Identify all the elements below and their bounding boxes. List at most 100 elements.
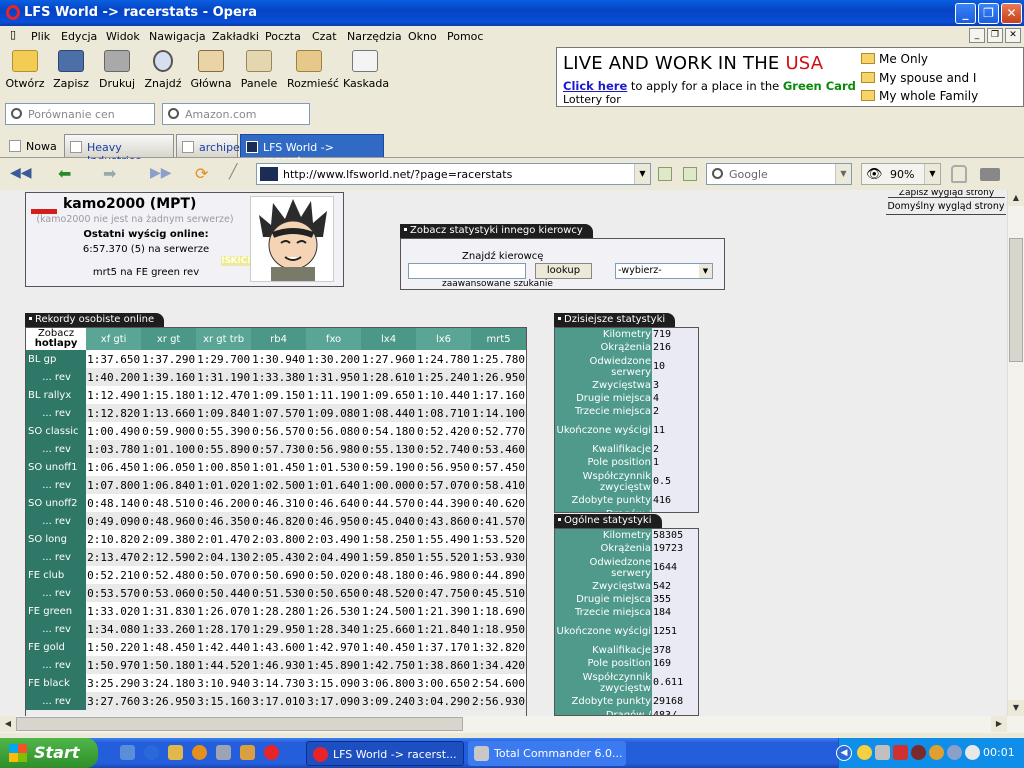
tray-icon-6[interactable]: [947, 745, 962, 760]
lap-time-cell[interactable]: 2:13.470: [86, 548, 142, 566]
bookmark-icon[interactable]: [683, 167, 697, 181]
lap-time-cell[interactable]: 1:00.490: [86, 422, 142, 440]
media-player-icon[interactable]: [192, 745, 207, 760]
lap-time-cell[interactable]: 3:26.950: [141, 692, 197, 710]
lap-time-cell[interactable]: 0:46.820: [251, 512, 307, 530]
lap-time-cell[interactable]: 1:28.340: [306, 620, 362, 638]
google-search-input[interactable]: Google ▼: [706, 163, 852, 185]
track-name[interactable]: ... rev: [26, 656, 87, 674]
lap-time-cell[interactable]: 1:15.180: [141, 386, 197, 404]
lap-time-cell[interactable]: 1:14.100: [471, 404, 526, 422]
lap-time-cell[interactable]: 2:01.470: [196, 530, 252, 548]
lap-time-cell[interactable]: 1:44.520: [196, 656, 252, 674]
lap-time-cell[interactable]: 1:09.150: [251, 386, 307, 404]
column-header[interactable]: lx4: [361, 328, 417, 350]
chevron-down-icon[interactable]: ▼: [634, 164, 650, 184]
lap-time-cell[interactable]: 0:52.210: [86, 566, 142, 584]
lap-time-cell[interactable]: 0:44.890: [471, 566, 526, 584]
lap-time-cell[interactable]: 1:26.070: [196, 602, 252, 620]
lap-time-cell[interactable]: 1:01.100: [141, 440, 197, 458]
start-button[interactable]: Start: [0, 738, 98, 768]
lap-time-cell[interactable]: 1:55.490: [416, 530, 472, 548]
lap-time-cell[interactable]: 1:12.470: [196, 386, 252, 404]
lap-time-cell[interactable]: 1:07.570: [251, 404, 307, 422]
lap-time-cell[interactable]: 2:10.820: [86, 530, 142, 548]
lap-time-cell[interactable]: 1:42.970: [306, 638, 362, 656]
lap-time-cell[interactable]: 1:24.780: [416, 350, 472, 368]
lap-time-cell[interactable]: 2:04.490: [306, 548, 362, 566]
lap-time-cell[interactable]: 1:18.950: [471, 620, 526, 638]
tray-icon-5[interactable]: [929, 745, 944, 760]
mdi-close-button[interactable]: ✕: [1005, 28, 1021, 43]
lap-time-cell[interactable]: 3:25.290: [86, 674, 142, 692]
column-header[interactable]: fxo: [306, 328, 362, 350]
track-name[interactable]: ... rev: [26, 404, 87, 422]
app-icon[interactable]: [240, 745, 255, 760]
lap-time-cell[interactable]: 0:50.070: [196, 566, 252, 584]
menu-okno[interactable]: Okno: [408, 30, 437, 43]
lap-time-cell[interactable]: 3:14.730: [251, 674, 307, 692]
lap-time-cell[interactable]: 1:12.490: [86, 386, 142, 404]
lap-time-cell[interactable]: 0:46.640: [306, 494, 362, 512]
lap-time-cell[interactable]: 1:26.950: [471, 368, 526, 386]
find-button[interactable]: Znajdź: [141, 50, 185, 90]
track-name[interactable]: SO unoff2: [26, 494, 87, 512]
chevron-left-icon[interactable]: ◀: [836, 745, 852, 761]
price-compare-search-input[interactable]: Porównanie cen: [5, 103, 155, 125]
window-title-bar[interactable]: LFS World -> racerstats - Opera _ ❐ ✕: [0, 0, 1024, 26]
menu-plik[interactable]: Plik: [31, 30, 50, 43]
rewind-icon[interactable]: ◀◀: [10, 165, 32, 181]
lap-time-cell[interactable]: 1:50.180: [141, 656, 197, 674]
lap-time-cell[interactable]: 1:27.960: [361, 350, 417, 368]
lap-time-cell[interactable]: 1:31.830: [141, 602, 197, 620]
lap-time-cell[interactable]: 1:30.940: [251, 350, 307, 368]
save-button[interactable]: Zapisz: [49, 50, 93, 90]
lap-time-cell[interactable]: 3:15.160: [196, 692, 252, 710]
ad-option-spouse[interactable]: My spouse and I: [861, 71, 976, 85]
track-name[interactable]: FE green: [26, 602, 87, 620]
opera-icon[interactable]: [264, 745, 279, 760]
task-total-commander[interactable]: Total Commander 6.0...: [468, 741, 626, 766]
lap-time-cell[interactable]: 1:40.450: [361, 638, 417, 656]
lap-time-cell[interactable]: 1:21.390: [416, 602, 472, 620]
lap-time-cell[interactable]: 1:29.950: [251, 620, 307, 638]
lap-time-cell[interactable]: 1:29.700: [196, 350, 252, 368]
lap-time-cell[interactable]: 3:17.010: [251, 692, 307, 710]
lap-time-cell[interactable]: 1:28.280: [251, 602, 307, 620]
lap-time-cell[interactable]: 1:02.500: [251, 476, 307, 494]
lap-time-cell[interactable]: 1:50.970: [86, 656, 142, 674]
lap-time-cell[interactable]: 1:40.200: [86, 368, 142, 386]
column-header[interactable]: xr gt trb: [196, 328, 252, 350]
lap-time-cell[interactable]: 3:04.290: [416, 692, 472, 710]
lap-time-cell[interactable]: 0:53.460: [471, 440, 526, 458]
lap-time-cell[interactable]: 3:06.800: [361, 674, 417, 692]
lap-time-cell[interactable]: 2:12.590: [141, 548, 197, 566]
lap-time-cell[interactable]: 1:24.500: [361, 602, 417, 620]
track-name[interactable]: ... rev: [26, 692, 87, 710]
ad-option-family[interactable]: My whole Family: [861, 89, 978, 103]
lap-time-cell[interactable]: 1:31.950: [306, 368, 362, 386]
lap-time-cell[interactable]: 1:37.290: [141, 350, 197, 368]
lap-time-cell[interactable]: 0:57.070: [416, 476, 472, 494]
lap-time-cell[interactable]: 0:59.190: [361, 458, 417, 476]
lap-time-cell[interactable]: 1:13.660: [141, 404, 197, 422]
lap-time-cell[interactable]: 0:49.090: [86, 512, 142, 530]
menu-widok[interactable]: Widok: [106, 30, 140, 43]
lap-time-cell[interactable]: 1:03.780: [86, 440, 142, 458]
menu-nawigacja[interactable]: Nawigacja: [149, 30, 206, 43]
lap-time-cell[interactable]: 0:58.410: [471, 476, 526, 494]
lap-time-cell[interactable]: 1:46.930: [251, 656, 307, 674]
lap-time-cell[interactable]: 3:15.090: [306, 674, 362, 692]
track-name[interactable]: ... rev: [26, 512, 87, 530]
show-desktop-icon[interactable]: [120, 745, 135, 760]
lap-time-cell[interactable]: 1:06.840: [141, 476, 197, 494]
lap-time-cell[interactable]: 2:54.600: [471, 674, 526, 692]
default-layout-link[interactable]: Domyślny wygląd strony: [886, 201, 1006, 215]
lap-time-cell[interactable]: 1:25.240: [416, 368, 472, 386]
panels-button[interactable]: Panele: [237, 50, 281, 90]
lap-time-cell[interactable]: 0:50.020: [306, 566, 362, 584]
scroll-left-icon[interactable]: ◀: [0, 716, 16, 732]
lap-time-cell[interactable]: 1:42.750: [361, 656, 417, 674]
lap-time-cell[interactable]: 3:00.650: [416, 674, 472, 692]
lap-time-cell[interactable]: 0:50.690: [251, 566, 307, 584]
